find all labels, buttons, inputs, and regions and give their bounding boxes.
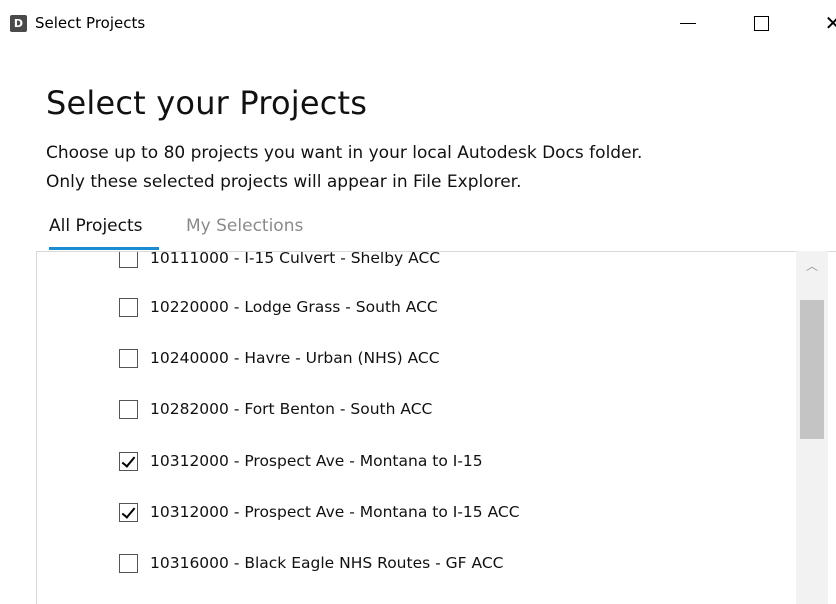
minimize-icon [680,22,696,24]
project-label: 10282000 - Fort Benton - South ACC [150,400,433,418]
scrollbar-thumb[interactable] [800,300,824,439]
description-line-2: Only these selected projects will appear… [46,172,522,192]
project-checkbox[interactable] [119,399,138,419]
minimize-button[interactable] [665,0,711,46]
project-checkbox-checked[interactable] [119,451,138,471]
tab-all-projects[interactable]: All Projects [49,216,143,236]
project-checkbox[interactable] [119,553,138,573]
page-description: Choose up to 80 projects you want in you… [46,139,642,197]
project-checkbox-checked[interactable] [119,502,138,522]
project-label: 10312000 - Prospect Ave - Montana to I-1… [150,452,483,470]
app-icon: D [10,15,27,32]
project-label: 10111000 - I-15 Culvert - Shelby ACC [150,251,441,267]
window-title: Select Projects [35,14,146,32]
close-icon: ✕ [824,11,836,35]
close-button[interactable]: ✕ [810,0,836,46]
vertical-scrollbar[interactable]: ︿ [796,251,828,604]
title-bar: D Select Projects ✕ [0,0,836,48]
description-line-1: Choose up to 80 projects you want in you… [46,143,643,163]
maximize-button[interactable] [738,0,784,46]
project-label: 10240000 - Havre - Urban (NHS) ACC [150,349,440,367]
project-label: 10316000 - Black Eagle NHS Routes - GF A… [150,554,504,572]
project-checkbox[interactable] [119,348,138,368]
project-checkbox[interactable] [119,297,138,317]
project-label: 10312000 - Prospect Ave - Montana to I-1… [150,503,520,521]
project-list: 10111000 - I-15 Culvert - Shelby ACC 102… [36,251,836,604]
page-title: Select your Projects [46,84,368,122]
project-label: 10220000 - Lodge Grass - South ACC [150,298,438,316]
tab-my-selections[interactable]: My Selections [186,216,303,236]
project-checkbox[interactable] [119,252,138,268]
chevron-up-icon[interactable]: ︿ [796,255,828,277]
maximize-icon [753,15,769,31]
active-tab-indicator [49,247,159,250]
